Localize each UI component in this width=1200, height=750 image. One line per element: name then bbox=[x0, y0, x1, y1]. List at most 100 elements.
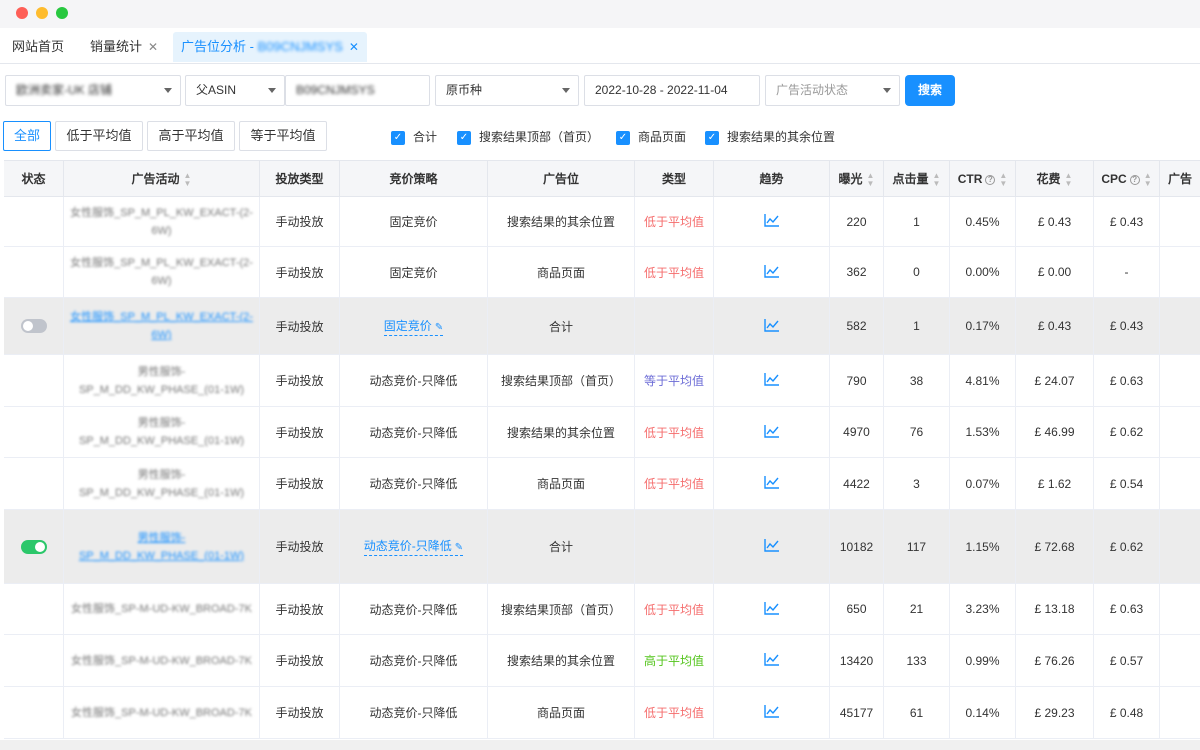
table-row-summary: 男性服饰-SP_M_DD_KW_PHASE_(01-1W) 手动投放 动态竞价-只降… bbox=[4, 510, 1200, 584]
cell-cpc: £ 0.63 bbox=[1094, 584, 1160, 634]
ctr-value: 0.14% bbox=[965, 705, 1000, 720]
sort-icon[interactable]: ▲ ▼ bbox=[999, 171, 1007, 188]
line-chart-icon[interactable] bbox=[763, 704, 780, 721]
sort-icon[interactable]: ▲ ▼ bbox=[867, 171, 875, 188]
line-chart-icon[interactable] bbox=[763, 475, 780, 492]
store-select[interactable]: 欧洲卖家-UK 店铺 bbox=[5, 75, 181, 106]
segment-equal-average[interactable]: 等于平均值 bbox=[239, 121, 327, 151]
sort-icon[interactable]: ▲ ▼ bbox=[1144, 171, 1152, 188]
cell-type bbox=[635, 298, 714, 354]
table-row: 女性服饰_SP_M_PL_KW_EXACT-(2-6W) 手动投放 固定竞价 商品页面… bbox=[4, 247, 1200, 298]
pencil-icon[interactable]: ✎ bbox=[455, 542, 463, 553]
window-close-button[interactable] bbox=[16, 7, 28, 19]
col-ctr[interactable]: CTR? ▲ ▼ bbox=[950, 161, 1016, 197]
line-chart-icon[interactable] bbox=[763, 652, 780, 669]
window-maximize-button[interactable] bbox=[56, 7, 68, 19]
close-icon[interactable]: ✕ bbox=[148, 40, 158, 54]
clicks-value: 133 bbox=[906, 653, 927, 668]
line-chart-icon[interactable] bbox=[763, 213, 780, 230]
ctr-value: 0.07% bbox=[965, 476, 1000, 491]
campaign-name[interactable]: 女性服饰_SP_M_PL_KW_EXACT-(2-6W) bbox=[68, 308, 255, 344]
currency-select[interactable]: 原币种 bbox=[435, 75, 579, 106]
sort-icon[interactable]: ▲ ▼ bbox=[1065, 171, 1073, 188]
question-circle-icon[interactable]: ? bbox=[985, 174, 996, 185]
placement-value: 搜索结果的其余位置 bbox=[506, 215, 615, 229]
tab-placement-analysis[interactable]: 广告位分析 - B09CNJMSYS ✕ bbox=[173, 32, 367, 62]
bidding-edit-link[interactable]: 动态竞价-只降低 ✎ bbox=[363, 537, 464, 556]
col-trend: 趋势 bbox=[714, 161, 830, 197]
impressions-value: 10182 bbox=[839, 539, 874, 554]
segment-below-average[interactable]: 低于平均值 bbox=[55, 121, 143, 151]
line-chart-icon[interactable] bbox=[763, 538, 780, 555]
cell-impressions: 650 bbox=[830, 584, 884, 634]
segment-above-average[interactable]: 高于平均值 bbox=[147, 121, 235, 151]
col-status: 状态 bbox=[4, 161, 64, 197]
cell-clicks: 1 bbox=[884, 197, 950, 246]
cell-placement: 搜索结果的其余位置 bbox=[488, 407, 635, 457]
date-range-picker[interactable]: 2022-10-28 - 2022-11-04 bbox=[584, 75, 760, 106]
tab-sales-stats[interactable]: 销量统计 ✕ bbox=[90, 32, 158, 62]
sort-icon[interactable]: ▲ ▼ bbox=[933, 171, 941, 188]
ctr-value: 3.23% bbox=[965, 602, 1000, 616]
cell-placement: 商品页面 bbox=[488, 687, 635, 738]
campaign-status-select[interactable]: 广告活动状态 bbox=[765, 75, 900, 106]
col-spend[interactable]: 花费 ▲ ▼ bbox=[1016, 161, 1094, 197]
col-cpc[interactable]: CPC? ▲ ▼ bbox=[1094, 161, 1160, 197]
targeting-value: 手动投放 bbox=[275, 374, 324, 388]
asin-input[interactable]: B09CNJMSYS bbox=[285, 75, 430, 106]
status-toggle[interactable] bbox=[20, 539, 47, 554]
col-clicks[interactable]: 点击量 ▲ ▼ bbox=[884, 161, 950, 197]
col-type: 类型 bbox=[635, 161, 714, 197]
targeting-value: 手动投放 bbox=[275, 265, 324, 280]
cell-campaign: 男性服饰-SP_M_DD_KW_PHASE_(01-1W) bbox=[64, 510, 260, 583]
clicks-value: 21 bbox=[909, 602, 924, 616]
checkbox-top-of-search[interactable]: ✓ 搜索结果顶部（首页） bbox=[457, 129, 599, 145]
question-circle-icon[interactable]: ? bbox=[1129, 174, 1140, 185]
segment-all[interactable]: 全部 bbox=[3, 121, 51, 151]
cell-cpc: £ 0.43 bbox=[1094, 298, 1160, 354]
cell-more bbox=[1160, 298, 1200, 354]
campaign-name: 女性服饰_SP_M_PL_KW_EXACT-(2-6W) bbox=[70, 257, 253, 287]
asin-type-select[interactable]: 父ASIN bbox=[185, 75, 285, 106]
window-titlebar bbox=[0, 0, 1200, 28]
tab-home[interactable]: 网站首页 bbox=[12, 32, 64, 62]
type-badge: 低于平均值 bbox=[643, 215, 704, 229]
caret-down-icon bbox=[268, 88, 276, 93]
line-chart-icon[interactable] bbox=[763, 601, 780, 618]
checkbox-total[interactable]: ✓ 合计 bbox=[391, 129, 437, 145]
checkbox-product-page[interactable]: ✓ 商品页面 bbox=[616, 129, 686, 145]
cell-impressions: 13420 bbox=[830, 635, 884, 686]
caret-down-icon bbox=[562, 88, 570, 93]
cell-spend: £ 46.99 bbox=[1016, 407, 1094, 457]
window-minimize-button[interactable] bbox=[36, 7, 48, 19]
col-impressions[interactable]: 曝光 ▲ ▼ bbox=[830, 161, 884, 197]
checkbox-rest-of-search[interactable]: ✓ 搜索结果的其余位置 bbox=[705, 129, 835, 145]
line-chart-icon[interactable] bbox=[763, 372, 780, 389]
line-chart-icon[interactable] bbox=[763, 264, 780, 281]
targeting-value: 手动投放 bbox=[275, 215, 324, 229]
type-badge: 等于平均值 bbox=[643, 374, 704, 388]
cell-spend: £ 29.23 bbox=[1016, 687, 1094, 738]
cell-spend: £ 0.00 bbox=[1016, 247, 1094, 297]
bidding-edit-link[interactable]: 固定竞价 ✎ bbox=[383, 317, 444, 336]
cell-placement: 搜索结果顶部（首页） bbox=[488, 355, 635, 406]
cell-more bbox=[1160, 355, 1200, 406]
search-button[interactable]: 搜索 bbox=[905, 75, 955, 106]
cell-campaign: 女性服饰_SP-M-UD-KW_BROAD-7K bbox=[64, 687, 260, 738]
cell-placement: 商品页面 bbox=[488, 247, 635, 297]
horizontal-scrollbar[interactable] bbox=[0, 740, 1200, 750]
table-header: 状态 广告活动 ▲ ▼ 投放类型 竞价策略 广告位 类型 趋势 曝光 ▲ ▼ 点击量 ▲ ▼… bbox=[4, 161, 1200, 197]
check-icon: ✓ bbox=[616, 130, 630, 145]
cell-targeting: 手动投放 bbox=[260, 458, 340, 509]
status-toggle[interactable] bbox=[20, 319, 47, 333]
line-chart-icon[interactable] bbox=[763, 424, 780, 441]
col-campaign[interactable]: 广告活动 ▲ ▼ bbox=[64, 161, 260, 197]
campaign-name[interactable]: 男性服饰-SP_M_DD_KW_PHASE_(01-1W) bbox=[68, 529, 255, 565]
close-icon[interactable]: ✕ bbox=[349, 40, 359, 54]
cell-spend: £ 24.07 bbox=[1016, 355, 1094, 406]
line-chart-icon[interactable] bbox=[763, 318, 780, 335]
cpc-value: £ 0.57 bbox=[1109, 653, 1144, 668]
pencil-icon[interactable]: ✎ bbox=[435, 322, 443, 333]
filter-bar: 欧洲卖家-UK 店铺 父ASIN B09CNJMSYS 原币种 2022-10-… bbox=[0, 64, 1200, 116]
sort-icon[interactable]: ▲ ▼ bbox=[184, 171, 192, 188]
